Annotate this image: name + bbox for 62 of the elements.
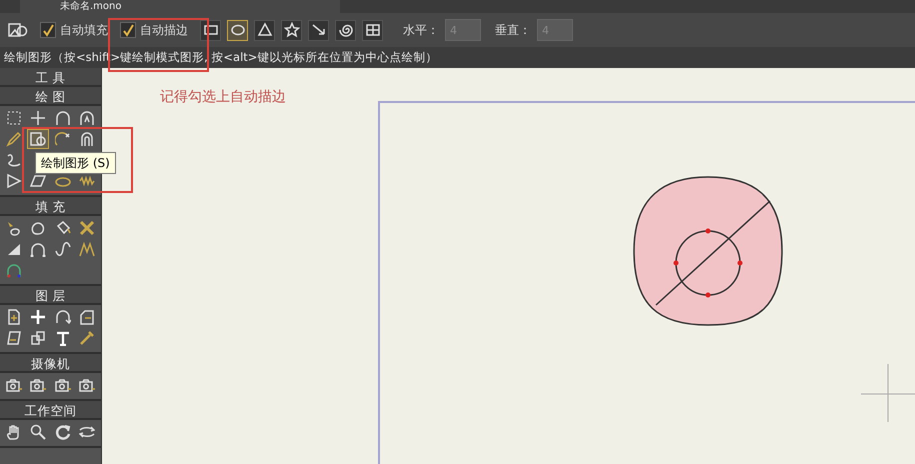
option-label: 自动填充 [60, 22, 108, 39]
arrow-icon [310, 22, 326, 38]
camera-icon [30, 377, 46, 393]
tooltip: 绘制图形 (S) [35, 152, 116, 174]
document-tab[interactable]: 未命名.mono [20, 0, 340, 13]
cross-icon [78, 220, 95, 236]
triangle-icon [6, 173, 22, 189]
triangle-shape-button[interactable] [254, 20, 275, 40]
checkbox[interactable] [40, 22, 56, 38]
refresh-icon [54, 424, 71, 440]
shape-icon [30, 131, 46, 147]
bucket-icon [54, 220, 71, 236]
panel-title: 工 具 [0, 68, 101, 87]
plus-icon [30, 309, 46, 325]
star-icon [284, 22, 300, 38]
checkbox[interactable] [120, 22, 136, 38]
letter-arch-icon [78, 110, 95, 126]
ramp-icon [6, 241, 22, 257]
section-title: 工作空间 [0, 401, 101, 420]
search-icon [30, 424, 46, 440]
spiral-icon [338, 22, 354, 38]
curve-icon [54, 131, 71, 147]
section-title: 图 层 [0, 286, 101, 305]
shape-tool[interactable] [27, 129, 50, 149]
field-label: 水平： [403, 22, 439, 39]
field-label: 垂直： [495, 22, 531, 39]
rotate-icon [54, 309, 71, 325]
move-icon [30, 110, 46, 126]
spiral-shape-button[interactable] [335, 20, 356, 40]
grid-icon [364, 22, 380, 38]
draw-shape-icon [8, 21, 28, 39]
camera-icon [78, 377, 95, 393]
grid-shape-button[interactable] [362, 20, 383, 40]
ellipse-icon [230, 22, 246, 38]
triangle-icon [256, 22, 272, 38]
arc-endpoints-icon [6, 262, 22, 278]
camera-icon [54, 377, 71, 393]
crosshair-icon [861, 364, 915, 422]
section-title: 填 充 [0, 197, 101, 216]
option-label: 自动描边 [140, 22, 188, 39]
swap-icon [78, 424, 95, 440]
section-title: 绘 图 [0, 87, 101, 106]
pointer-icon [6, 220, 22, 236]
annotation-note: 记得勾选上自动描边 [160, 88, 286, 106]
star-shape-button[interactable] [281, 20, 302, 40]
camera-icon [6, 377, 22, 393]
arrow-shape-button[interactable] [308, 20, 329, 40]
squiggle-icon [6, 152, 22, 168]
arch-icon [54, 110, 71, 126]
dashed-square-icon [6, 110, 22, 126]
skew-icon [6, 330, 22, 346]
s-curve-icon [54, 241, 71, 257]
layer-add-icon [6, 309, 22, 325]
magnet-icon [78, 131, 95, 147]
ellipse-shape-button[interactable] [227, 20, 248, 40]
arc-icon [30, 241, 46, 257]
duplicate-icon [30, 330, 46, 346]
text-icon [54, 330, 71, 346]
parallelogram-icon [30, 173, 46, 189]
blob-icon [30, 220, 46, 236]
section-title: 摄像机 [0, 354, 101, 373]
pencil-icon [6, 131, 22, 147]
